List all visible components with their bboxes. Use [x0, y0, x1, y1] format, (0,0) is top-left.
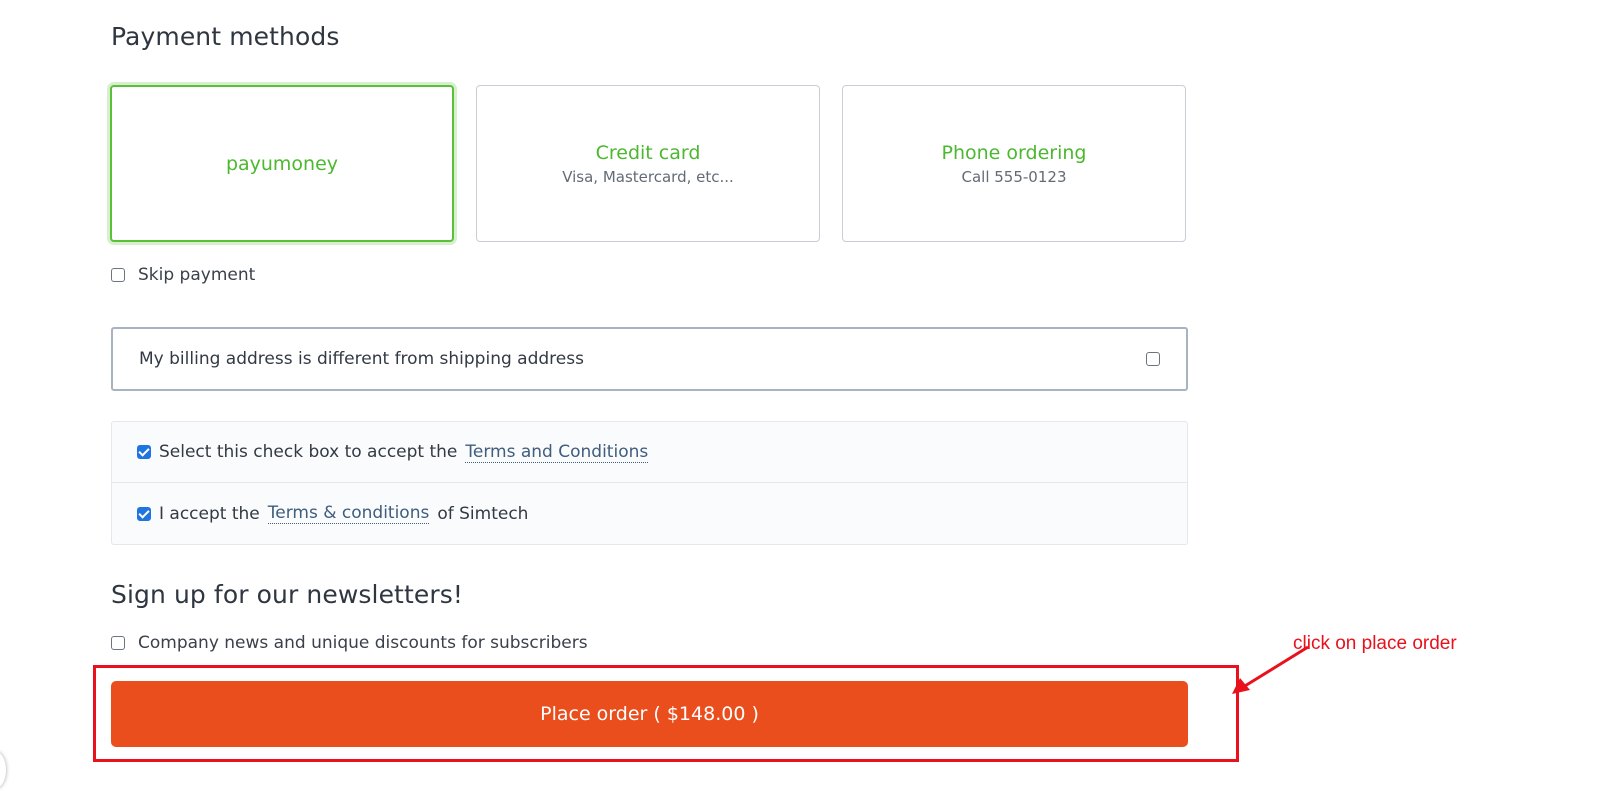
payment-method-description: Visa, Mastercard, etc... — [562, 167, 734, 186]
payment-method-description: Call 555-0123 — [961, 167, 1067, 186]
payment-method-name: payumoney — [225, 152, 339, 175]
newsletter-option-label[interactable]: Company news and unique discounts for su… — [138, 633, 588, 653]
terms-checkbox-1[interactable] — [137, 445, 151, 459]
billing-address-label: My billing address is different from shi… — [139, 349, 584, 369]
terms-text-2: I accept the — [159, 503, 260, 524]
checkout-page: Payment methods payumoney Credit card Vi… — [0, 0, 1600, 791]
payment-method-payumoney[interactable]: payumoney — [110, 85, 454, 242]
newsletter-option-row: Company news and unique discounts for su… — [111, 633, 588, 653]
terms-suffix-2: of Simtech — [437, 503, 529, 524]
terms-text-1: Select this check box to accept the — [159, 442, 458, 462]
skip-payment-checkbox[interactable] — [111, 268, 125, 282]
skip-payment-label[interactable]: Skip payment — [138, 265, 255, 285]
newsletter-checkbox[interactable] — [111, 636, 125, 650]
terms-checkbox-2[interactable] — [137, 506, 151, 521]
terms-row-2: I accept the Terms & conditions of Simte… — [111, 483, 1188, 545]
floating-widget-edge[interactable] — [0, 752, 6, 788]
annotation-text: click on place order — [1293, 633, 1457, 654]
place-order-button[interactable]: Place order ( $148.00 ) — [111, 681, 1188, 747]
payment-methods-title: Payment methods — [111, 22, 340, 51]
terms-and-conditions-link[interactable]: Terms and Conditions — [465, 442, 649, 463]
terms-row-1: Select this check box to accept the Term… — [111, 421, 1188, 483]
newsletter-title: Sign up for our newsletters! — [111, 580, 463, 609]
simtech-terms-link[interactable]: Terms & conditions — [267, 503, 430, 524]
billing-address-toggle[interactable]: My billing address is different from shi… — [111, 327, 1188, 391]
billing-address-checkbox[interactable] — [1146, 352, 1160, 366]
payment-method-credit-card[interactable]: Credit card Visa, Mastercard, etc... — [476, 85, 820, 242]
payment-method-name: Phone ordering — [941, 141, 1087, 164]
skip-payment-row: Skip payment — [111, 265, 255, 285]
payment-method-name: Credit card — [595, 141, 701, 164]
payment-method-phone-ordering[interactable]: Phone ordering Call 555-0123 — [842, 85, 1186, 242]
